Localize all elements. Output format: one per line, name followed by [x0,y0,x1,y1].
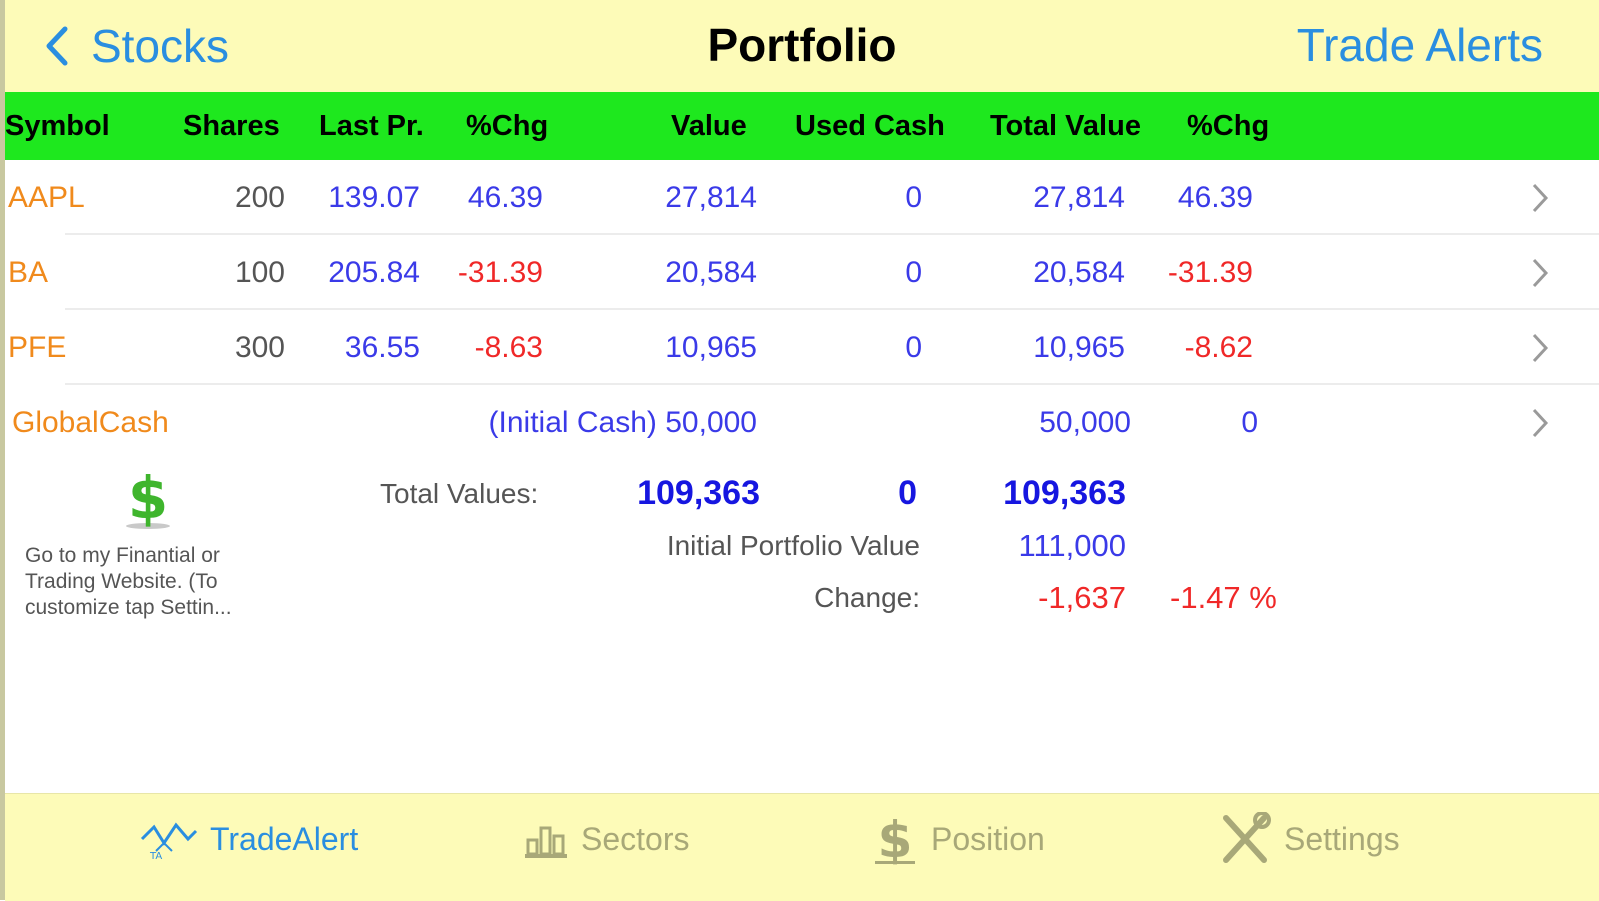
website-link[interactable]: Go to my Finantial or Trading Website. (… [25,543,275,621]
initial-cash-cell: (Initial Cash) 50,000 [488,406,757,439]
used-cash-cell: 0 [905,256,922,289]
used-cash-cell: 0 [905,181,922,214]
tab-label: TradeAlert [210,820,359,857]
tab-label: Position [931,820,1045,857]
svg-text:TA: TA [149,851,162,861]
symbol-cell: AAPL [8,181,85,214]
dollar-icon: $ [875,811,915,867]
initial-portfolio-label: Initial Portfolio Value [666,530,920,561]
table-row[interactable]: BA 100 205.84 -31.39 20,584 0 20,584 -31… [5,235,1599,310]
initial-portfolio-value: 111,000 [1018,528,1126,563]
chevron-right-icon [1532,333,1549,363]
svg-text:$: $ [878,811,913,867]
header-value: Value [671,110,747,142]
chevron-right-icon [1532,258,1549,288]
total-pct-change-cell: -31.39 [1167,256,1253,289]
pct-change-cell: -31.39 [457,256,543,289]
table-header: Symbol Shares Last Pr. %Chg Value Used C… [5,92,1599,160]
symbol-cell: BA [8,256,49,289]
pct-change-cell: 46.39 [467,181,543,214]
value-cell: 10,965 [665,331,757,364]
header-total-pct-change: %Chg [1187,110,1270,142]
settings-icon [1223,812,1271,863]
nav-bar: Stocks Portfolio Trade Alerts [5,0,1599,92]
shares-cell: 100 [234,256,285,289]
change-value: -1,637 [1038,580,1126,615]
global-cash-row[interactable]: GlobalCash (Initial Cash) 50,000 50,000 … [5,385,1599,460]
pct-change-cell: -8.63 [474,331,543,364]
tab-label: Settings [1284,820,1400,857]
dollar-icon[interactable]: $ [118,462,178,532]
portfolio-screen: Stocks Portfolio Trade Alerts Symbol Sha… [0,0,1599,901]
change-percent: -1.47 % [1170,580,1277,615]
tab-position[interactable]: $ Position [873,794,1045,884]
shares-cell: 300 [234,331,285,364]
total-pct-change-cell: -8.62 [1184,331,1253,364]
symbol-cell: GlobalCash [12,406,169,439]
header-shares: Shares [183,110,280,142]
symbol-cell: PFE [8,331,67,364]
tab-label: Sectors [581,820,690,857]
total-value-cell: 20,584 [1033,256,1125,289]
value-cell: 27,814 [665,181,757,214]
trade-alerts-button[interactable]: Trade Alerts [1297,18,1543,72]
table-row[interactable]: AAPL 200 139.07 46.39 27,814 0 27,814 46… [5,160,1599,235]
header-pct-change: %Chg [466,110,549,142]
table-row[interactable]: PFE 300 36.55 -8.63 10,965 0 10,965 -8.6… [5,310,1599,385]
total-used-cash: 0 [898,474,917,512]
header-used-cash: Used Cash [795,110,945,142]
total-pct-change-cell: 0 [1241,406,1258,439]
last-price-cell: 36.55 [344,331,420,364]
header-symbol: Symbol [5,110,110,142]
tab-sectors[interactable]: Sectors [523,794,689,884]
total-value-cell: 50,000 [1039,406,1131,439]
total-value-amount: 109,363 [637,474,760,512]
sectors-icon [525,826,567,858]
used-cash-cell: 0 [905,331,922,364]
shares-cell: 200 [234,181,285,214]
value-cell: 20,584 [665,256,757,289]
chevron-right-icon [1532,408,1549,438]
header-last-price: Last Pr. [319,110,424,142]
grand-total-value: 109,363 [1003,474,1126,512]
last-price-cell: 205.84 [328,256,420,289]
total-values-label: Total Values: [380,478,539,509]
total-pct-change-cell: 46.39 [1177,181,1253,214]
trade-alert-icon: TA [140,822,198,861]
total-value-cell: 10,965 [1033,331,1125,364]
chevron-right-icon [1532,183,1549,213]
change-label: Change: [814,582,920,613]
last-price-cell: 139.07 [328,181,420,214]
tab-tradealert[interactable]: TA TradeAlert [140,794,358,884]
tab-settings[interactable]: Settings [1218,794,1400,884]
header-total-value: Total Value [990,110,1141,142]
total-value-cell: 27,814 [1033,181,1125,214]
svg-text:$: $ [128,464,168,532]
tab-bar: TA TradeAlert Sectors $ Position Setting… [5,793,1599,901]
